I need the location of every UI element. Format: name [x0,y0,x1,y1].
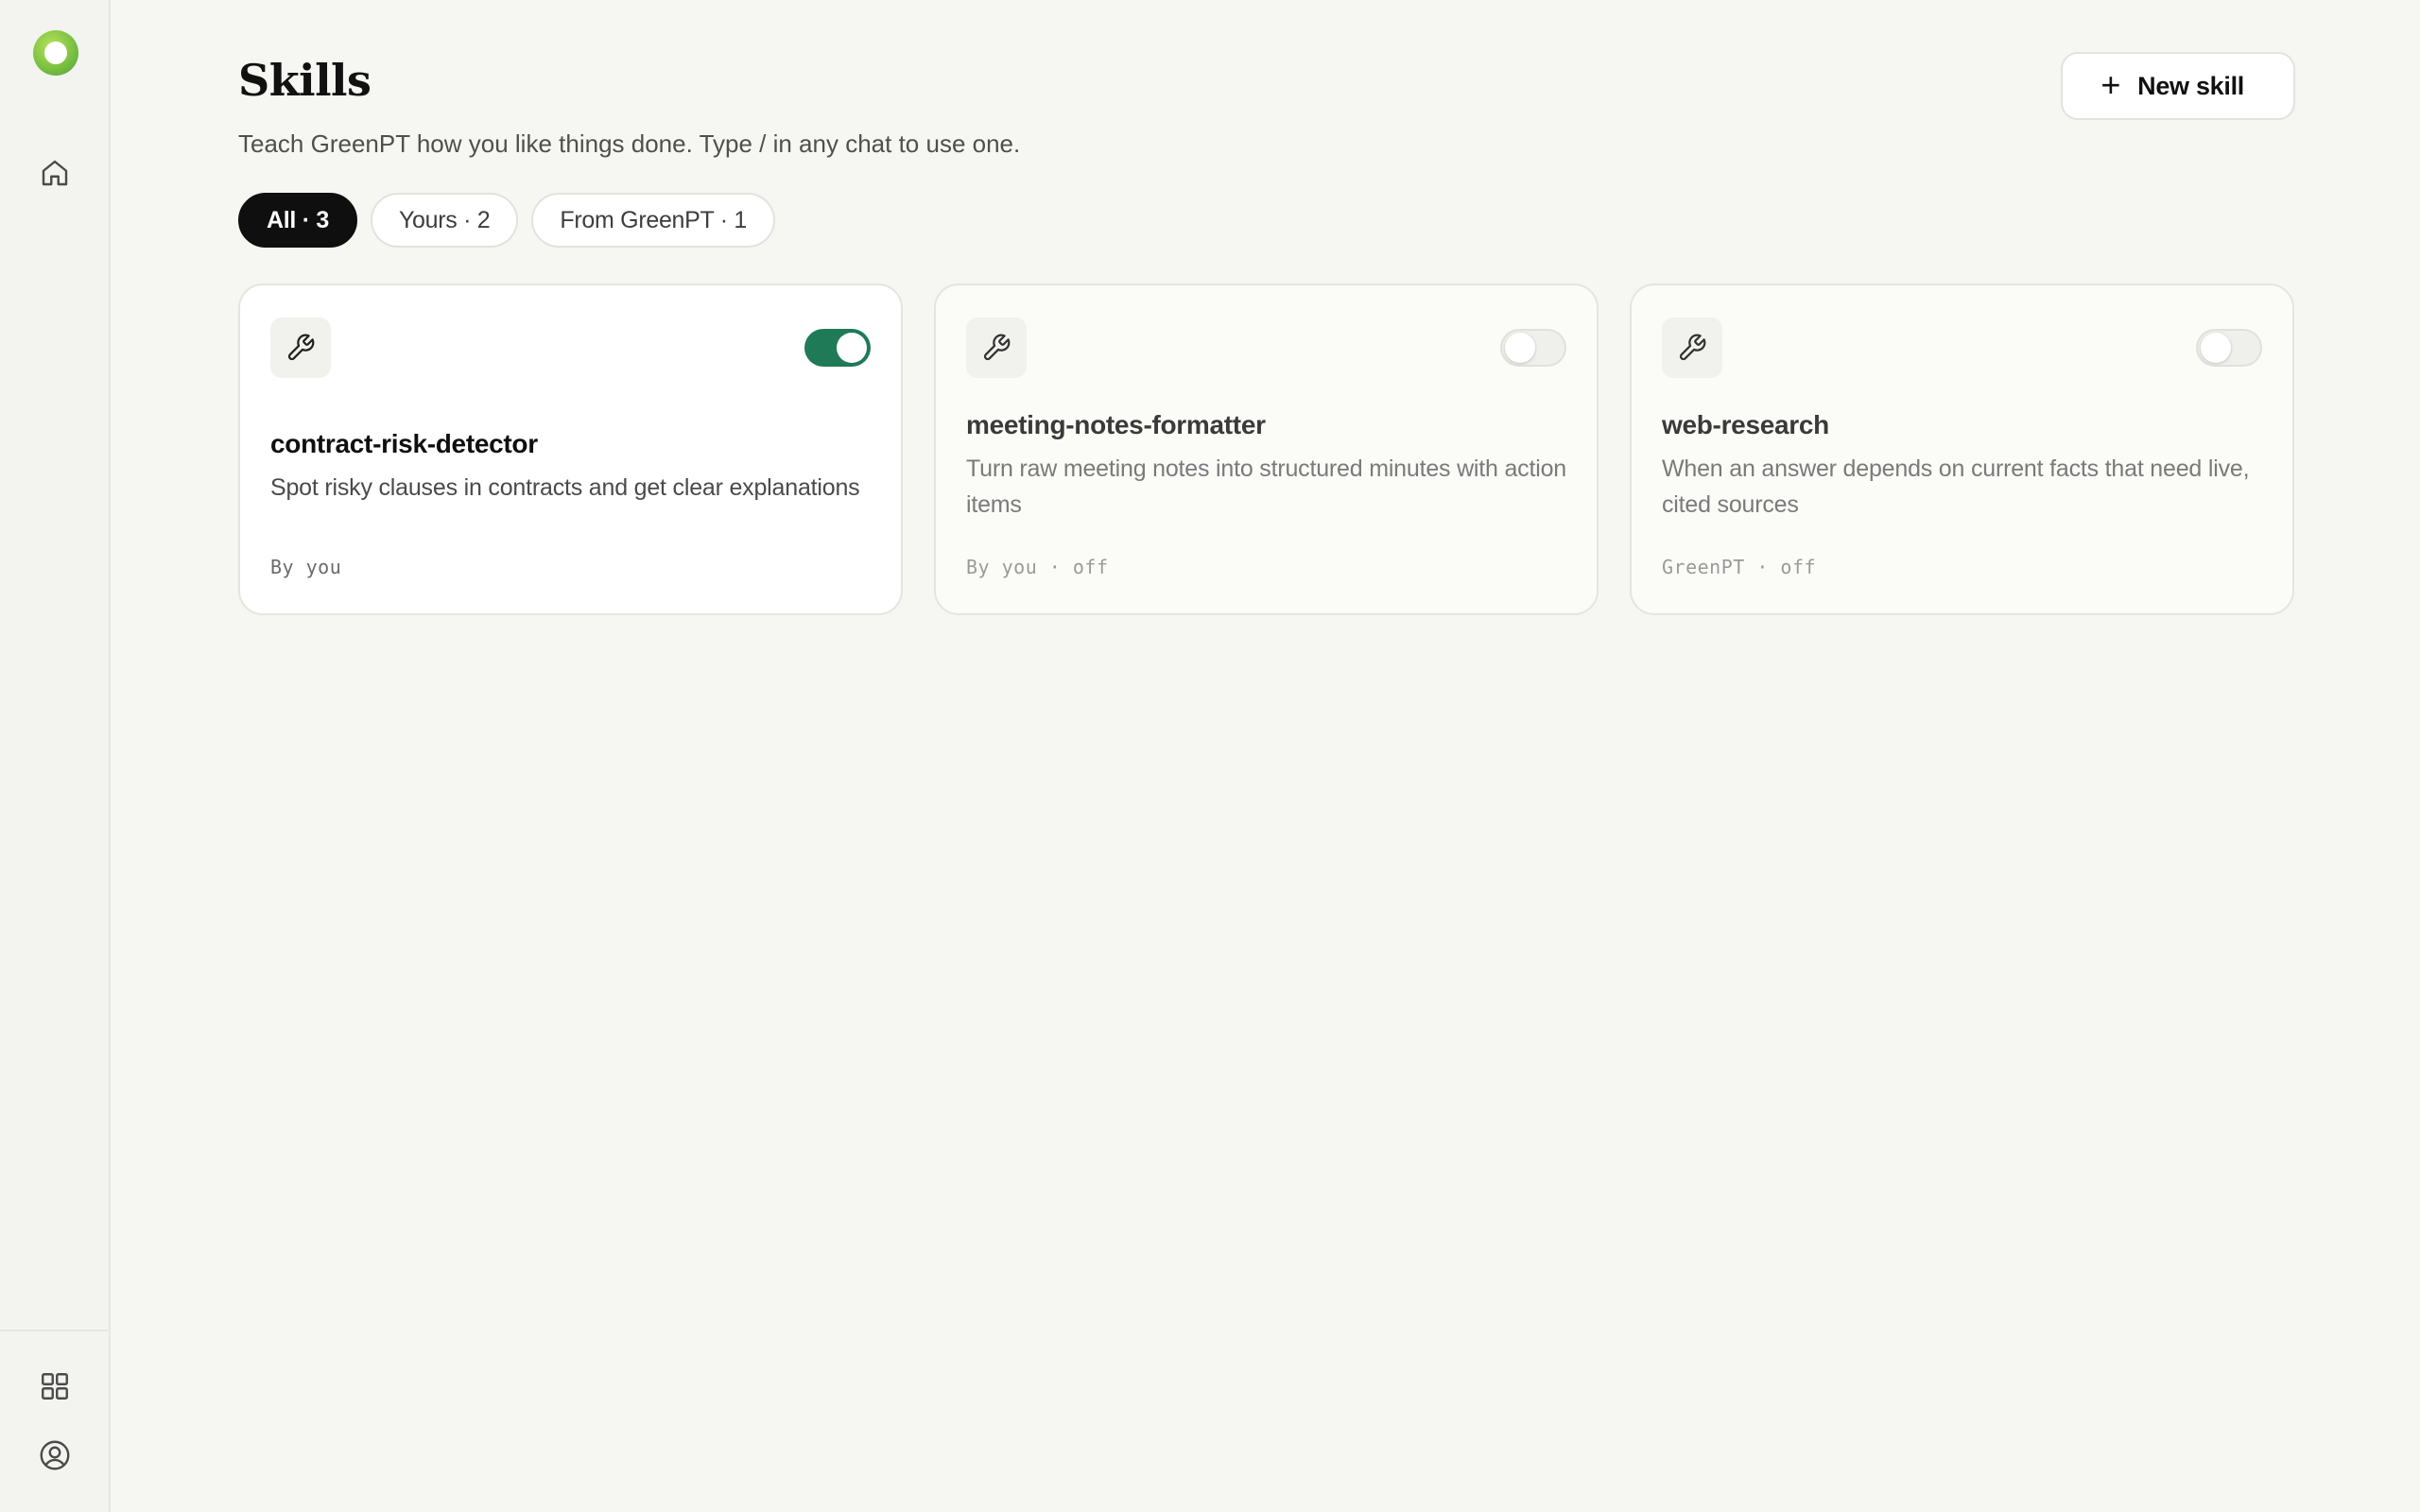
filter-yours[interactable]: Yours · 2 [370,193,519,248]
home-icon[interactable] [36,154,74,192]
sidebar [0,0,111,1512]
skill-card-web-research[interactable]: web-research When an answer depends on c… [1630,284,2294,615]
page-subtitle: Teach GreenPT how you like things done. … [238,129,1021,158]
new-skill-label: New skill [2137,71,2244,100]
greenpt-logo[interactable] [33,30,78,76]
skill-description: Spot risky clauses in contracts and get … [270,474,860,501]
wrench-icon [1662,318,1722,378]
sidebar-divider [0,1330,111,1332]
wrench-icon [966,318,1027,378]
new-skill-button[interactable]: + New skill [2061,52,2295,120]
skill-name: meeting-notes-formatter [966,410,1266,439]
skills-grid: contract-risk-detector Spot risky clause… [238,284,2294,615]
plus-icon: + [2100,64,2121,104]
filter-tabs: All · 3 Yours · 2 From GreenPT · 1 [238,193,775,248]
toggle-knob [1505,333,1535,363]
skill-toggle[interactable] [1500,329,1566,367]
page-title: Skills [238,55,372,106]
toggle-knob [837,333,867,363]
skill-meta: GreenPT · off [1662,556,1817,578]
user-circle-icon[interactable] [36,1436,74,1474]
skill-toggle[interactable] [804,329,871,367]
wrench-icon [270,318,331,378]
skill-description: Turn raw meeting notes into structured m… [966,455,1566,518]
skill-meta: By you · off [966,556,1109,578]
filter-all[interactable]: All · 3 [238,193,357,248]
skill-meta: By you [270,556,342,578]
skill-description: When an answer depends on current facts … [1662,455,2250,518]
app-window: Skills Teach GreenPT how you like things… [0,0,2420,1512]
filter-from-greenpt[interactable]: From GreenPT · 1 [531,193,775,248]
skill-name: web-research [1662,410,1829,439]
grid-icon[interactable] [36,1367,74,1405]
skill-name: contract-risk-detector [270,429,538,458]
skill-card-meeting-notes-formatter[interactable]: meeting-notes-formatter Turn raw meeting… [934,284,1599,615]
toggle-knob [2201,333,2231,363]
skill-card-contract-risk-detector[interactable]: contract-risk-detector Spot risky clause… [238,284,903,615]
skill-toggle[interactable] [2196,329,2262,367]
